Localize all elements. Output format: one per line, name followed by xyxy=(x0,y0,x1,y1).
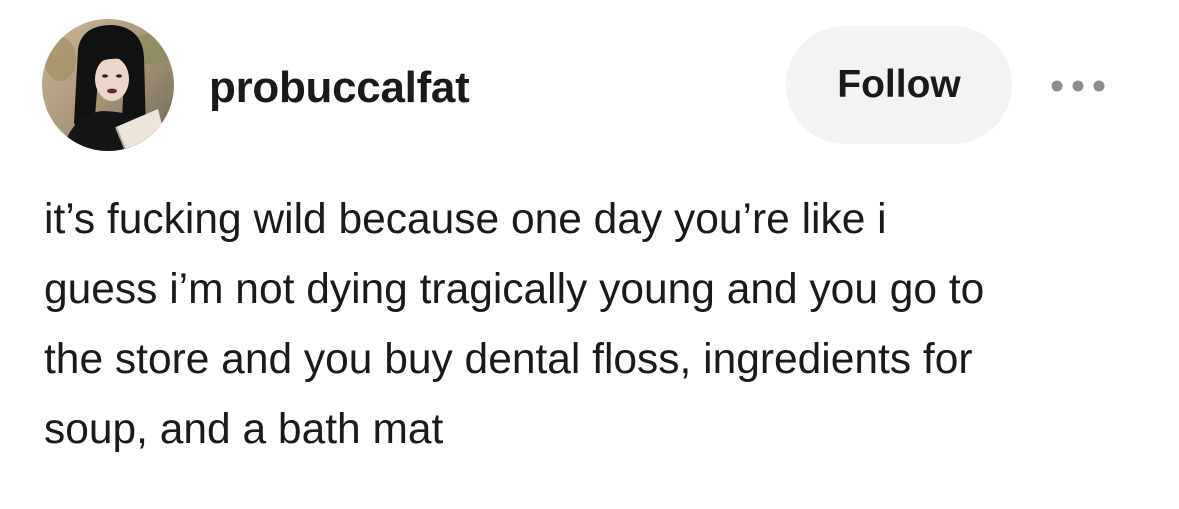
post-text-line: soup, and a bath mat xyxy=(44,406,444,453)
post-card: probuccalfat Follow it’s fucking wild be… xyxy=(0,0,1179,509)
post-text: it’s fucking wild because one day you’re… xyxy=(44,185,1144,465)
more-options-icon xyxy=(1051,80,1105,92)
post-text-line: the store and you buy dental floss, ingr… xyxy=(44,336,973,383)
user-avatar[interactable] xyxy=(42,19,174,151)
avatar-photo-icon xyxy=(42,19,174,151)
follow-button[interactable]: Follow xyxy=(786,26,1012,144)
username-link[interactable]: probuccalfat xyxy=(209,60,470,116)
post-text-line: guess i’m not dying tragically young and… xyxy=(44,266,985,313)
more-options-button[interactable] xyxy=(1040,66,1116,106)
post-text-line: it’s fucking wild because one day you’re… xyxy=(44,196,887,243)
